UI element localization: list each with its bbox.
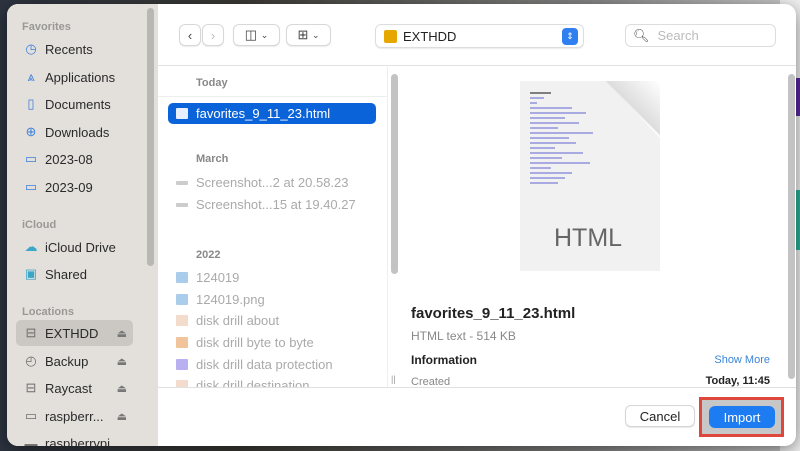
- sidebar-item-raspberry[interactable]: ▭ raspberr... ⏏: [16, 403, 133, 429]
- sidebar-item-raspberrypi[interactable]: ▬ raspberrypi: [16, 430, 133, 447]
- sidebar-item-downloads[interactable]: ⊕ Downloads: [16, 119, 133, 145]
- sidebar-item-icloud-drive[interactable]: ☁ iCloud Drive: [16, 234, 133, 260]
- up-down-chevron-icon: ⇕: [562, 28, 578, 45]
- grid-icon: ⊞: [297, 27, 309, 42]
- folder-icon: ▭: [24, 151, 38, 166]
- forward-button[interactable]: ›: [202, 24, 224, 46]
- preview-file-kind: HTML text - 514 KB: [411, 329, 516, 343]
- image-file-icon: [176, 272, 188, 283]
- group-button[interactable]: ⊞ ⌄: [286, 24, 331, 46]
- group-header: 2022: [196, 249, 221, 261]
- list-item[interactable]: disk drill about: [168, 310, 376, 331]
- sidebar: Favorites ◷ Recents ⩓ Applications ▯ Docume…: [7, 4, 158, 446]
- sidebar-item-2023-09[interactable]: ▭ 2023-09: [16, 174, 133, 200]
- toolbar: ‹ › ◫ ⌄ ⊞ ⌄ EXTHDD ⇕ 🔍︎ Search: [158, 4, 796, 66]
- folder-icon: ▭: [24, 179, 38, 194]
- show-more-link[interactable]: Show More: [714, 354, 770, 366]
- view-mode-button[interactable]: ◫ ⌄: [233, 24, 280, 46]
- preview-pane: HTML favorites_9_11_23.html HTML text - …: [400, 67, 796, 387]
- list-item[interactable]: disk drill data protection: [168, 354, 376, 375]
- columns-icon: ◫: [244, 27, 258, 42]
- list-item[interactable]: disk drill destination: [168, 375, 376, 387]
- sidebar-item-applications[interactable]: ⩓ Applications: [16, 64, 133, 90]
- list-item[interactable]: Screenshot...2 at 20.58.23: [168, 172, 376, 193]
- open-file-dialog: Favorites ◷ Recents ⩓ Applications ▯ Docume…: [7, 4, 796, 446]
- eject-icon[interactable]: ⏏: [117, 410, 127, 423]
- html-file-icon: [176, 108, 188, 119]
- list-item[interactable]: disk drill byte to byte: [168, 332, 376, 353]
- list-item[interactable]: Screenshot...15 at 19.40.27: [168, 194, 376, 215]
- cloud-icon: ☁: [24, 239, 38, 254]
- applications-icon: ⩓: [27, 69, 35, 84]
- sidebar-item-raycast[interactable]: ⊟ Raycast ⏏: [16, 375, 133, 401]
- group-header: Today: [196, 77, 228, 89]
- sidebar-item-shared[interactable]: ▣ Shared: [16, 261, 133, 287]
- sidebar-item-exthdd[interactable]: ⊟ EXTHDD ⏏: [16, 320, 133, 346]
- preview-file-name: favorites_9_11_23.html: [411, 305, 576, 322]
- computer-icon: ▭: [24, 408, 38, 423]
- image-file-icon: [176, 202, 188, 207]
- group-header: March: [196, 153, 229, 165]
- chevron-left-icon: ‹: [187, 27, 193, 43]
- cancel-button[interactable]: Cancel: [625, 405, 695, 427]
- back-button[interactable]: ‹: [179, 24, 201, 46]
- sidebar-item-recents[interactable]: ◷ Recents: [16, 36, 133, 62]
- download-icon: ⊕: [25, 124, 37, 139]
- image-file-icon: [176, 180, 188, 185]
- image-file-icon: [176, 337, 188, 348]
- html-document-thumbnail: HTML: [520, 81, 660, 271]
- eject-icon[interactable]: ⏏: [117, 355, 127, 368]
- column-resize-handle[interactable]: ||: [391, 374, 396, 384]
- chevron-right-icon: ›: [210, 27, 216, 43]
- sidebar-item-2023-08[interactable]: ▭ 2023-08: [16, 146, 133, 172]
- section-favorites: Favorites: [22, 21, 71, 33]
- image-file-icon: [176, 294, 188, 305]
- server-icon: ▬: [24, 435, 38, 447]
- document-icon: ▯: [27, 96, 35, 111]
- list-item[interactable]: 124019: [168, 267, 376, 288]
- highlight-annotation: Import: [699, 397, 784, 437]
- search-icon: 🔍︎: [633, 27, 650, 43]
- image-file-icon: [176, 315, 188, 326]
- chevron-down-icon: ⌄: [260, 29, 269, 40]
- sidebar-item-documents[interactable]: ▯ Documents: [16, 91, 133, 117]
- section-locations: Locations: [22, 306, 74, 318]
- file-list-scrollbar[interactable]: [391, 74, 398, 274]
- eject-icon[interactable]: ⏏: [117, 382, 127, 395]
- file-list: Today favorites_9_11_23.html March Scree…: [158, 67, 388, 387]
- main-pane: ‹ › ◫ ⌄ ⊞ ⌄ EXTHDD ⇕ 🔍︎ Search Today favor…: [158, 4, 796, 446]
- information-heading: Information: [411, 353, 477, 367]
- shared-folder-icon: ▣: [24, 266, 38, 281]
- clock-icon: ◷: [25, 41, 37, 56]
- location-popup[interactable]: EXTHDD ⇕: [375, 24, 584, 48]
- section-icloud: iCloud: [22, 219, 57, 231]
- drive-icon: ⊟: [25, 325, 37, 340]
- dialog-footer: Cancel Import: [158, 387, 796, 446]
- drive-icon: ⊟: [25, 380, 37, 395]
- drive-icon: [384, 29, 397, 43]
- image-file-icon: [176, 359, 188, 370]
- search-field[interactable]: 🔍︎ Search: [625, 24, 776, 47]
- sidebar-scrollbar[interactable]: [147, 8, 154, 266]
- created-value: Today, 11:45: [705, 375, 770, 387]
- import-button[interactable]: Import: [709, 406, 775, 428]
- time-machine-icon: ◴: [25, 353, 37, 368]
- list-item[interactable]: 124019.png: [168, 289, 376, 310]
- image-file-icon: [176, 380, 188, 387]
- created-label: Created: [411, 376, 451, 387]
- divider: [158, 96, 387, 97]
- eject-icon[interactable]: ⏏: [117, 327, 127, 340]
- preview-scrollbar[interactable]: [788, 74, 795, 379]
- sidebar-item-backup[interactable]: ◴ Backup ⏏: [16, 348, 133, 374]
- list-item[interactable]: favorites_9_11_23.html: [168, 103, 376, 124]
- chevron-down-icon: ⌄: [311, 29, 320, 40]
